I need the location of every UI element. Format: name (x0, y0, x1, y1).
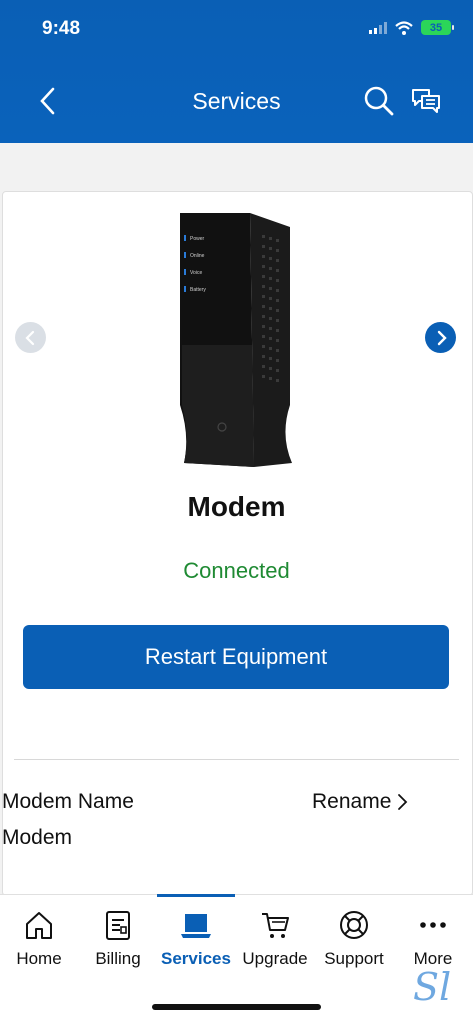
tab-home[interactable]: Home (0, 895, 78, 985)
restart-equipment-button[interactable]: Restart Equipment (23, 625, 449, 689)
rename-label: Rename (312, 790, 392, 813)
more-icon (420, 922, 446, 928)
battery-icon: 35 (421, 20, 454, 35)
chevron-right-icon (437, 330, 447, 345)
modem-image: Power Online Voice Battery (180, 213, 292, 467)
chevron-right-icon (398, 794, 408, 810)
page-title: Services (192, 88, 281, 114)
home-indicator (152, 1004, 321, 1010)
tab-services[interactable]: Services (157, 895, 235, 985)
tab-support[interactable]: Support (315, 895, 393, 985)
tab-upgrade[interactable]: Upgrade (236, 895, 314, 985)
app-header: 9:48 35 Services (0, 0, 473, 143)
modem-name-label: Modem Name (2, 790, 134, 813)
tab-label: Home (16, 949, 62, 968)
carousel-prev-button[interactable] (15, 322, 46, 353)
tab-label: Upgrade (242, 949, 308, 968)
tab-label: Billing (95, 949, 141, 968)
active-tab-indicator (157, 894, 235, 897)
svg-text:Voice: Voice (190, 270, 202, 276)
wifi-icon (395, 20, 413, 35)
chevron-left-icon (24, 330, 34, 345)
watermark-logo: Sl (413, 965, 452, 1009)
cart-icon (262, 913, 289, 938)
bill-icon (106, 911, 130, 940)
signal-icon (369, 21, 387, 34)
device-name: Modem (187, 491, 286, 522)
tab-label: Services (161, 949, 231, 968)
svg-text:Power: Power (190, 236, 205, 242)
lifebuoy-icon (340, 911, 368, 939)
chat-icon[interactable] (411, 87, 441, 115)
home-icon (26, 912, 52, 939)
divider (14, 759, 459, 760)
connection-status: Connected (183, 558, 290, 583)
svg-text:Battery: Battery (190, 287, 206, 293)
status-time: 9:48 (42, 18, 81, 39)
tab-label: Support (324, 949, 384, 968)
svg-text:Online: Online (190, 253, 205, 259)
modem-name-value: Modem (2, 826, 73, 849)
laptop-icon (181, 914, 211, 938)
tab-billing[interactable]: Billing (79, 895, 157, 985)
carousel-next-button[interactable] (425, 322, 456, 353)
search-icon[interactable] (363, 85, 395, 117)
status-icons: 35 (369, 20, 454, 35)
rename-link[interactable]: Rename (312, 790, 409, 814)
